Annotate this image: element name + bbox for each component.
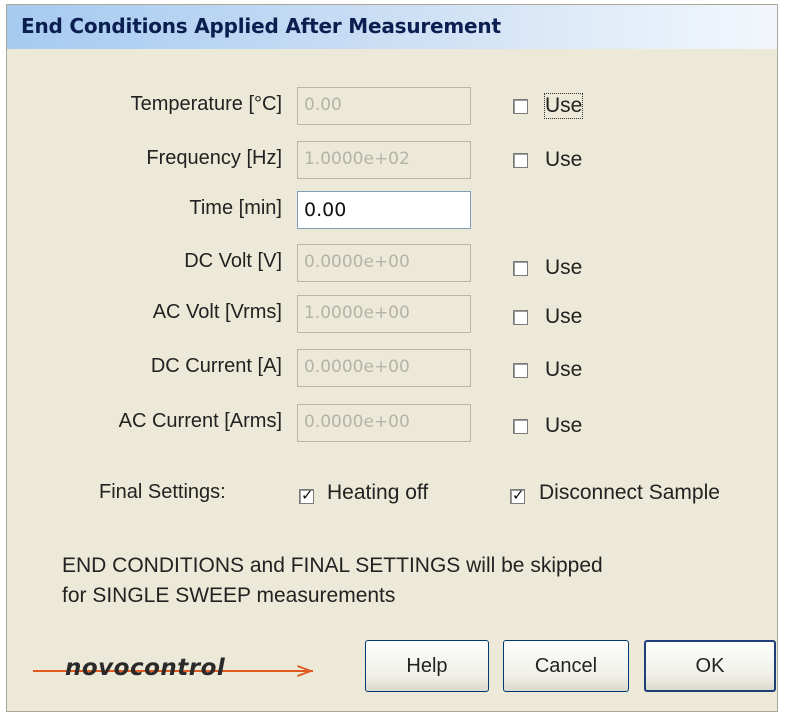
row-dc-volt: DC Volt [V] 0.0000e+00 Use — [7, 244, 779, 284]
row-frequency: Frequency [Hz] 1.0000e+02 Use — [7, 141, 779, 181]
ac-current-use-label[interactable]: Use — [545, 414, 582, 438]
temperature-use-checkbox[interactable] — [513, 99, 528, 114]
dc-volt-use-label[interactable]: Use — [545, 256, 582, 280]
heating-off-checkbox[interactable]: ✓ — [299, 486, 314, 504]
dc-current-use-label[interactable]: Use — [545, 358, 582, 382]
row-dc-current: DC Current [A] 0.0000e+00 Use — [7, 349, 779, 389]
frequency-use-label[interactable]: Use — [545, 148, 582, 172]
row-ac-volt: AC Volt [Vrms] 1.0000e+00 Use — [7, 295, 779, 335]
row-ac-current: AC Current [Arms] 0.0000e+00 Use — [7, 404, 779, 444]
skip-note-line-1: END CONDITIONS and FINAL SETTINGS will b… — [62, 554, 603, 577]
row-temperature: Temperature [°C] 0.00 Use — [7, 87, 779, 127]
temperature-field[interactable]: 0.00 — [297, 87, 471, 125]
frequency-use-checkbox[interactable] — [513, 153, 528, 168]
final-settings-label: Final Settings: — [99, 481, 226, 503]
temperature-label: Temperature [°C] — [130, 93, 282, 115]
cancel-button[interactable]: Cancel — [503, 640, 629, 692]
dc-volt-label: DC Volt [V] — [184, 250, 282, 272]
time-label: Time [min] — [189, 197, 282, 219]
skip-note: END CONDITIONS and FINAL SETTINGS will b… — [62, 551, 762, 611]
dc-volt-field[interactable]: 0.0000e+00 — [297, 244, 471, 282]
dc-current-field[interactable]: 0.0000e+00 — [297, 349, 471, 387]
frequency-field[interactable]: 1.0000e+02 — [297, 141, 471, 179]
heating-off-label[interactable]: Heating off — [327, 481, 428, 505]
ac-volt-use-checkbox[interactable] — [513, 310, 528, 325]
frequency-label: Frequency [Hz] — [146, 147, 282, 169]
ac-current-field[interactable]: 0.0000e+00 — [297, 404, 471, 442]
temperature-use-label[interactable]: Use — [543, 93, 584, 119]
disconnect-sample-label[interactable]: Disconnect Sample — [539, 481, 720, 505]
end-conditions-dialog: End Conditions Applied After Measurement… — [6, 4, 778, 712]
check-icon: ✓ — [512, 486, 525, 504]
help-button[interactable]: Help — [365, 640, 489, 692]
skip-note-line-2: for SINGLE SWEEP measurements — [62, 584, 396, 607]
dialog-title: End Conditions Applied After Measurement — [21, 14, 501, 38]
dc-volt-use-checkbox[interactable] — [513, 261, 528, 276]
ok-button[interactable]: OK — [644, 640, 776, 692]
novocontrol-logo: novocontrol > — [33, 655, 333, 689]
ac-current-label: AC Current [Arms] — [118, 410, 282, 432]
ac-current-use-checkbox[interactable] — [513, 419, 528, 434]
ac-volt-field[interactable]: 1.0000e+00 — [297, 295, 471, 333]
ac-volt-use-label[interactable]: Use — [545, 305, 582, 329]
disconnect-sample-checkbox[interactable]: ✓ — [510, 486, 525, 504]
title-bar: End Conditions Applied After Measurement — [7, 5, 777, 49]
row-time: Time [min] 0.00 — [7, 191, 779, 231]
logo-arrow-icon: > — [295, 659, 314, 684]
logo-text: novocontrol — [65, 655, 226, 681]
ac-volt-label: AC Volt [Vrms] — [152, 301, 282, 323]
check-icon: ✓ — [301, 486, 314, 504]
time-field[interactable]: 0.00 — [297, 191, 471, 229]
dc-current-use-checkbox[interactable] — [513, 363, 528, 378]
dc-current-label: DC Current [A] — [150, 355, 282, 377]
